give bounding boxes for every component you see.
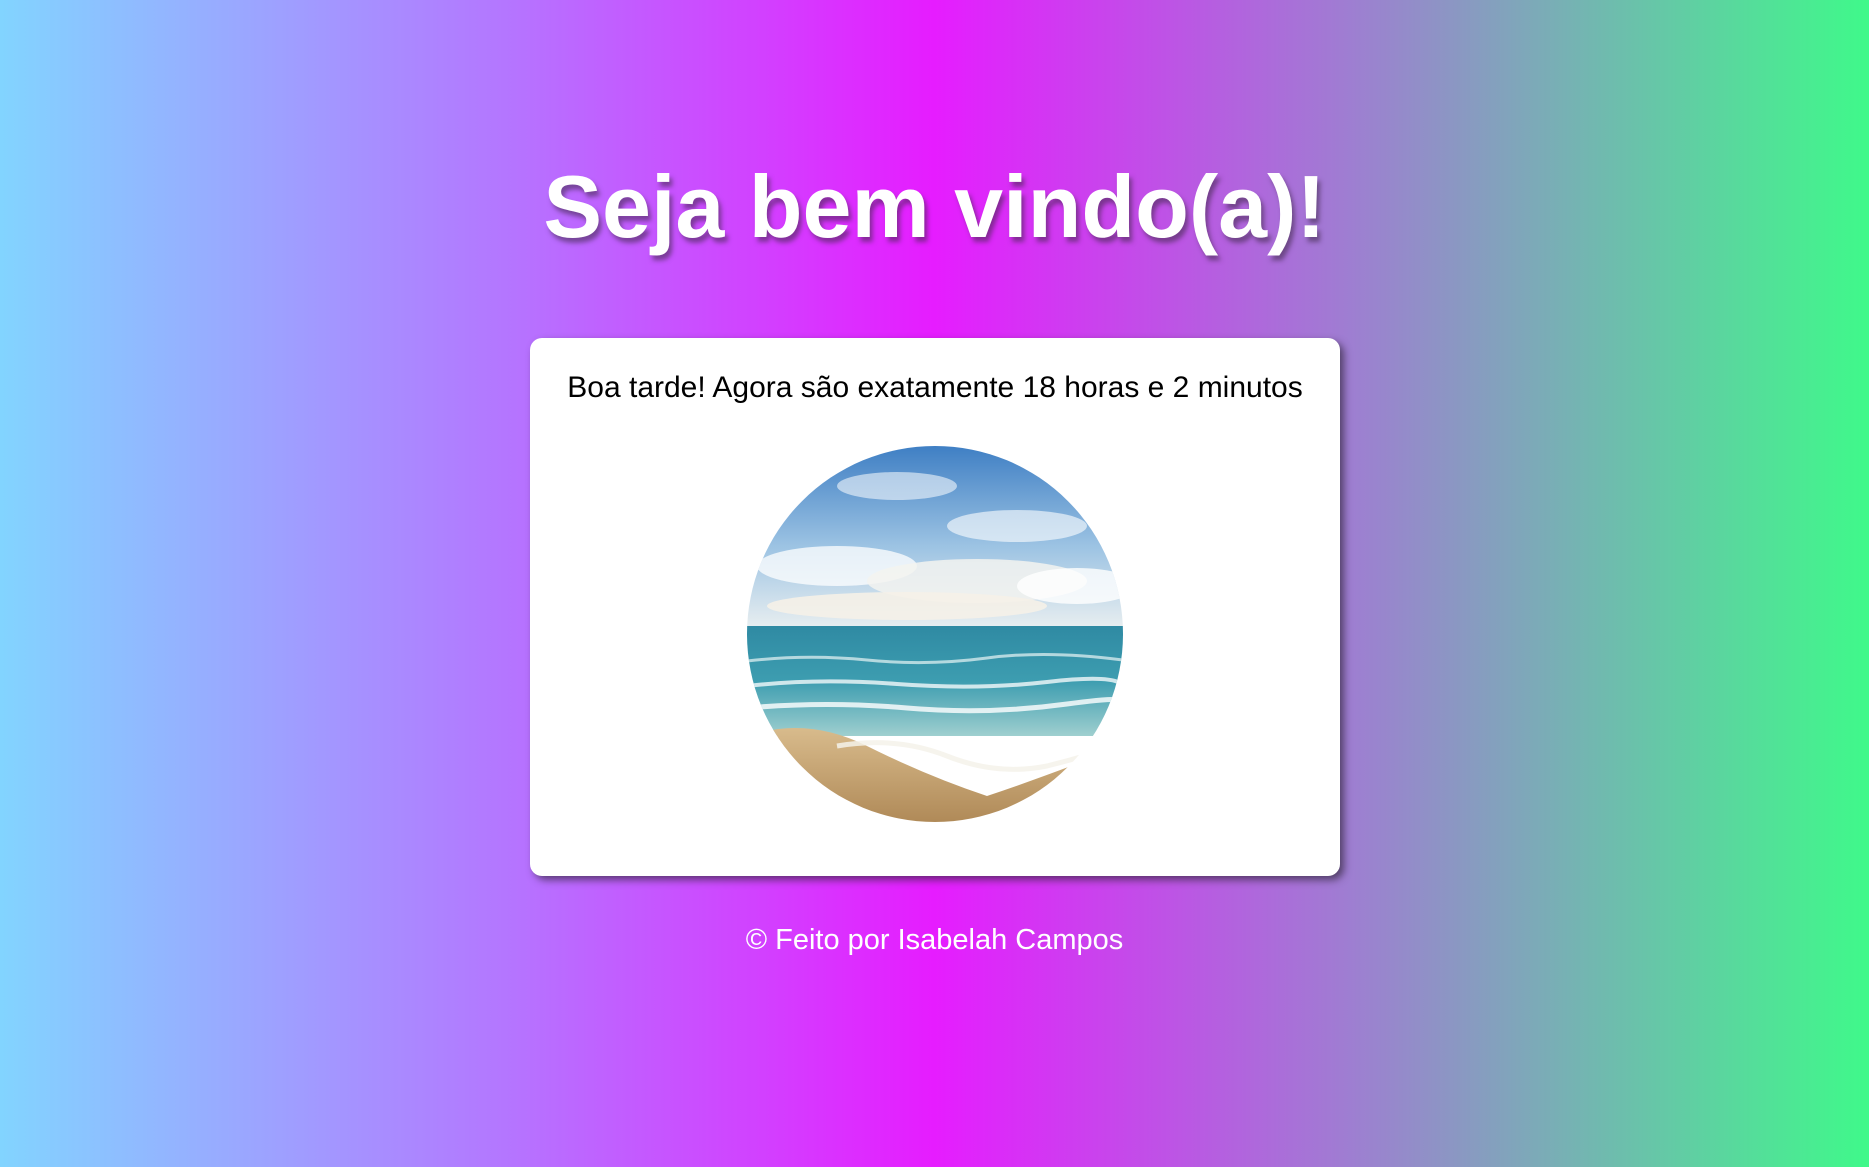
period-image bbox=[747, 446, 1123, 822]
greeting-card: Boa tarde! Agora são exatamente 18 horas… bbox=[530, 338, 1340, 876]
greeting-message: Boa tarde! Agora são exatamente 18 horas… bbox=[567, 371, 1303, 404]
page-title: Seja bem vindo(a)! bbox=[543, 157, 1326, 256]
beach-photo-icon bbox=[747, 446, 1123, 822]
footer-credit: © Feito por Isabelah Campos bbox=[745, 924, 1124, 956]
